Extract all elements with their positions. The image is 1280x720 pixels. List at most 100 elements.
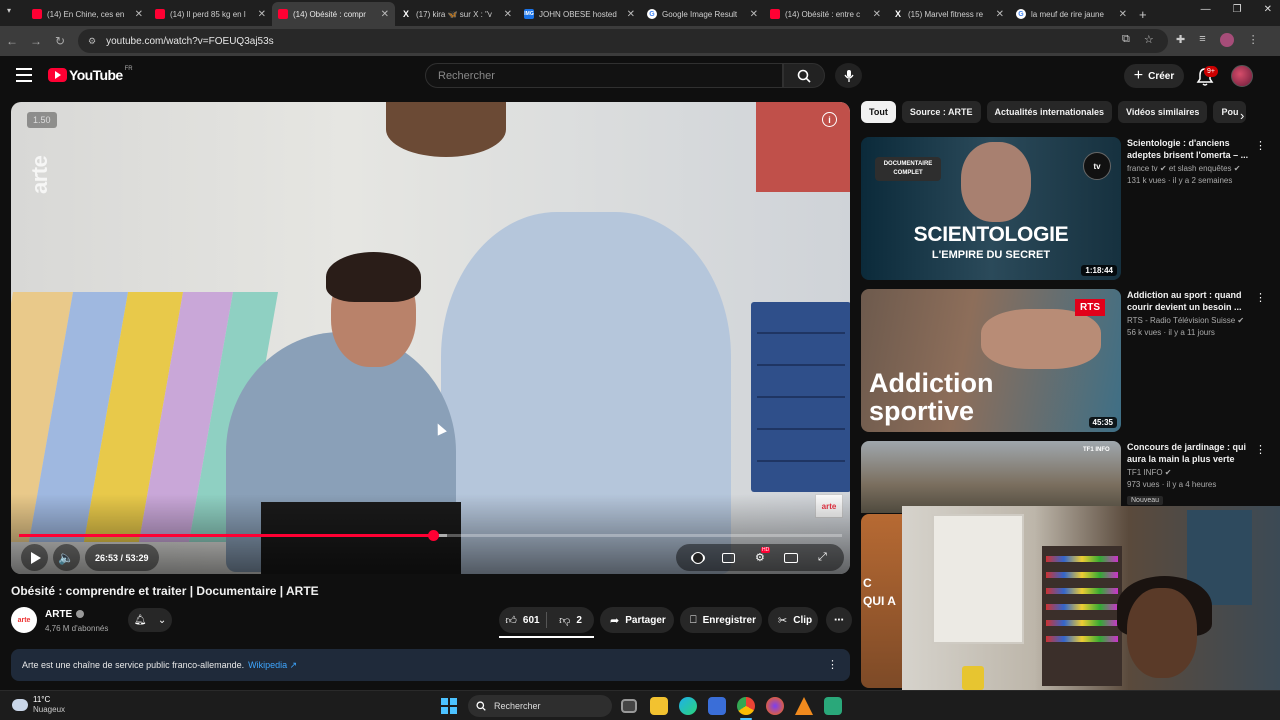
- recommendation-card[interactable]: RTS Addiction sportive 45:35 Addiction a…: [861, 289, 1266, 432]
- browser-tab[interactable]: G Google Image Result ✕: [641, 2, 764, 26]
- taskbar-search[interactable]: Rechercher: [468, 695, 612, 717]
- browser-tab[interactable]: (14) Il perd 85 kg en l ✕: [149, 2, 272, 26]
- minimize-icon[interactable]: —: [1201, 4, 1211, 15]
- search-input[interactable]: Rechercher: [425, 63, 783, 88]
- recommendation-card[interactable]: TF1 INFO Concours de jardinage : qui aur…: [861, 441, 1266, 513]
- browser-tab[interactable]: (14) En Chine, ces en ✕: [26, 2, 149, 26]
- description-box[interactable]: Arte est une chaîne de service public fr…: [11, 649, 850, 681]
- subscription-bell-button[interactable]: 🔔︎ ⌄: [128, 608, 172, 632]
- like-button[interactable]: 👍︎ 601: [499, 607, 546, 633]
- browser-tab[interactable]: X (17) kira 🦋 sur X : "v ✕: [395, 2, 518, 26]
- wikipedia-link[interactable]: Wikipedia ↗: [248, 660, 297, 671]
- share-button[interactable]: ➦ Partager: [600, 607, 674, 633]
- autoplay-toggle[interactable]: [690, 551, 705, 565]
- close-tab-icon[interactable]: ✕: [1119, 9, 1127, 20]
- windows-start-icon[interactable]: [441, 698, 457, 714]
- close-tab-icon[interactable]: ✕: [258, 9, 266, 20]
- video-player[interactable]: arte 1.50 i arte 🔈 26:53 / 53:29 ⚙HD ⤢: [11, 102, 850, 574]
- bookmark-star-icon[interactable]: ☆: [1144, 33, 1154, 46]
- app-icon[interactable]: [824, 697, 842, 715]
- address-bar[interactable]: ⚙ youtube.com/watch?v=FOEUQ3aj53s: [78, 29, 1168, 53]
- extensions-icon[interactable]: ✚: [1176, 33, 1185, 47]
- recommendation-card[interactable]: DOCUMENTAIRE COMPLET tv SCIENTOLOGIE L'E…: [861, 137, 1266, 280]
- chrome-icon[interactable]: [737, 697, 755, 715]
- dislike-button[interactable]: 👎︎ 2: [547, 607, 594, 633]
- file-explorer-icon[interactable]: [650, 697, 668, 715]
- task-view-icon[interactable]: [621, 699, 637, 713]
- voice-search-button[interactable]: [835, 63, 862, 88]
- recommendation-title[interactable]: Scientologie : d'anciens adeptes brisent…: [1127, 137, 1249, 161]
- vlc-icon[interactable]: [795, 697, 813, 715]
- more-vertical-icon[interactable]: ⋮: [1255, 139, 1266, 152]
- media-controls-icon[interactable]: ≡: [1199, 33, 1205, 47]
- video-thumbnail[interactable]: RTS Addiction sportive 45:35: [861, 289, 1121, 432]
- browser-tab[interactable]: IMG JOHN OBESE hosted ✕: [518, 2, 641, 26]
- recommendation-title[interactable]: Addiction au sport : quand courir devien…: [1127, 289, 1249, 313]
- back-icon[interactable]: ←: [0, 34, 24, 48]
- youtube-logo[interactable]: YouTube FR: [48, 66, 133, 83]
- install-app-icon[interactable]: ⧉: [1122, 33, 1130, 46]
- close-window-icon[interactable]: ✕: [1264, 4, 1272, 15]
- volume-button[interactable]: 🔈: [53, 544, 80, 571]
- player-left-controls: 🔈 26:53 / 53:29: [21, 544, 159, 571]
- filter-chip[interactable]: Vidéos similaires: [1118, 101, 1208, 123]
- more-vertical-icon[interactable]: ⋮: [1255, 291, 1266, 304]
- close-tab-icon[interactable]: ✕: [135, 9, 143, 20]
- create-button[interactable]: + Créer: [1124, 64, 1184, 88]
- site-info-icon[interactable]: ⚙: [88, 36, 96, 47]
- profile-avatar[interactable]: [1219, 33, 1234, 47]
- search-button[interactable]: [783, 63, 825, 88]
- new-tab-button[interactable]: +: [1139, 2, 1147, 26]
- recommendation-channel[interactable]: france tv ✔ et slash enquêtes ✔: [1127, 164, 1249, 173]
- browser-menu-icon[interactable]: ⋮: [1248, 33, 1259, 47]
- windows-taskbar: 11°C Nuageux Rechercher: [0, 690, 1280, 720]
- close-tab-icon[interactable]: ✕: [996, 9, 1004, 20]
- menu-icon[interactable]: [16, 68, 32, 82]
- weather-widget[interactable]: 11°C Nuageux: [12, 695, 65, 715]
- fullscreen-button[interactable]: ⤢: [815, 551, 829, 565]
- progress-bar[interactable]: [19, 530, 842, 541]
- filter-chip[interactable]: Tout: [861, 101, 896, 123]
- scrubber-handle[interactable]: [427, 530, 439, 541]
- more-actions-button[interactable]: ⋯: [826, 607, 852, 633]
- browser-tab[interactable]: (14) Obésité : compr ✕: [272, 2, 395, 26]
- close-tab-icon[interactable]: ✕: [504, 9, 512, 20]
- browser-tab[interactable]: X (15) Marvel fitness re ✕: [887, 2, 1010, 26]
- microsoft-store-icon[interactable]: [708, 697, 726, 715]
- clip-button[interactable]: ✂ Clip: [768, 607, 818, 633]
- like-count: 601: [522, 614, 540, 626]
- maximize-icon[interactable]: ❐: [1233, 4, 1242, 15]
- close-tab-icon[interactable]: ✕: [627, 9, 635, 20]
- settings-button[interactable]: ⚙ HD: [753, 546, 771, 565]
- partial-recommendation-thumbnail[interactable]: C QUI A: [861, 514, 903, 688]
- save-button[interactable]: ⎕ Enregistrer: [680, 607, 762, 633]
- filter-chip[interactable]: Source : ARTE: [901, 101, 981, 123]
- close-tab-icon[interactable]: ✕: [873, 9, 881, 20]
- browser-tab[interactable]: (14) Obésité : entre c ✕: [764, 2, 887, 26]
- play-button[interactable]: [21, 544, 48, 571]
- recommendation-channel[interactable]: RTS - Radio Télévision Suisse ✔: [1127, 316, 1249, 325]
- chevron-right-icon[interactable]: ›: [1240, 108, 1244, 123]
- edge-browser-icon[interactable]: [679, 697, 697, 715]
- info-icon[interactable]: i: [822, 112, 837, 127]
- description-menu-icon[interactable]: ⋮: [827, 658, 838, 671]
- theater-mode-button[interactable]: [784, 551, 799, 565]
- subtitles-button[interactable]: [722, 551, 736, 565]
- channel-name[interactable]: ARTE: [45, 609, 72, 620]
- close-tab-icon[interactable]: ✕: [381, 9, 389, 20]
- forward-icon[interactable]: →: [24, 34, 48, 48]
- firefox-icon[interactable]: [766, 697, 784, 715]
- channel-name-row[interactable]: ARTE: [45, 609, 85, 620]
- channel-avatar[interactable]: arte: [11, 607, 37, 633]
- reload-icon[interactable]: ↻: [48, 34, 72, 48]
- filter-chip[interactable]: Actualités internationales: [986, 101, 1113, 123]
- recommendation-title[interactable]: Concours de jardinage : qui aura la main…: [1127, 441, 1249, 465]
- account-avatar[interactable]: [1231, 65, 1253, 87]
- close-tab-icon[interactable]: ✕: [750, 9, 758, 20]
- more-vertical-icon[interactable]: ⋮: [1255, 443, 1266, 456]
- browser-tab[interactable]: Gla meuf de rire jaune ✕: [1010, 2, 1133, 26]
- tab-search-icon[interactable]: ▾: [7, 6, 19, 18]
- video-thumbnail[interactable]: DOCUMENTAIRE COMPLET tv SCIENTOLOGIE L'E…: [861, 137, 1121, 280]
- recommendation-channel[interactable]: TF1 INFO ✔: [1127, 468, 1249, 477]
- video-thumbnail[interactable]: TF1 INFO: [861, 441, 1121, 513]
